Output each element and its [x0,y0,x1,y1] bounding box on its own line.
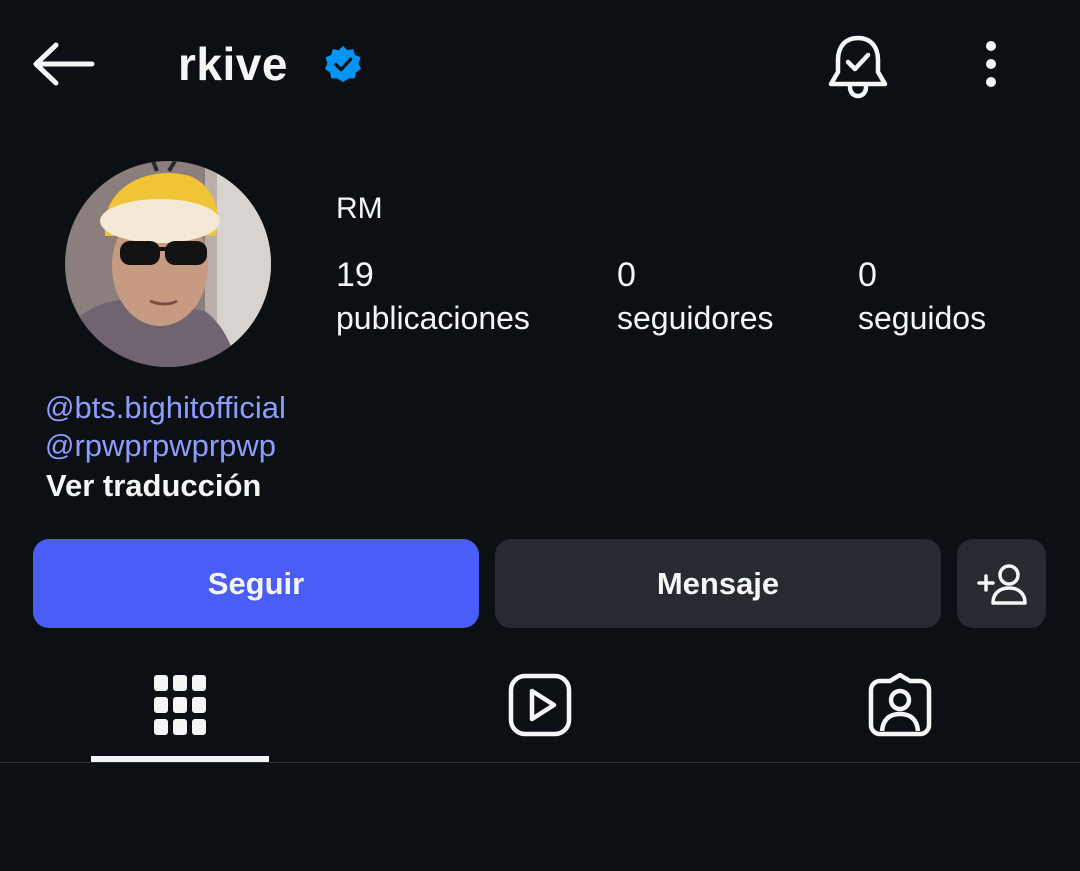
tab-posts-grid[interactable] [90,655,270,755]
reels-icon [508,673,572,737]
posts-count: 19 [336,256,374,294]
following-label: seguidos [858,300,987,336]
tab-tagged[interactable] [810,655,990,755]
suggested-users-button[interactable] [957,539,1046,628]
tagged-user-icon [868,673,932,737]
message-button[interactable]: Mensaje [495,539,941,628]
posts-label: publicaciones [336,300,530,336]
verified-badge-icon [324,45,362,83]
tab-reels[interactable] [450,655,630,755]
bio-link-threads-1[interactable]: @ bts.bighitofficial [45,388,286,428]
back-button[interactable] [30,36,102,92]
threads-icon: @ [45,392,75,424]
grid-icon [154,675,206,735]
followers-label: seguidores [617,300,774,336]
add-user-icon [976,563,1027,605]
top-bar: rkive [0,0,1080,130]
bio-link-text: rpwprpwprpwp [74,428,277,463]
bio-link-threads-2[interactable]: @ rpwprpwprpwp [45,426,276,466]
more-vertical-icon [986,41,996,87]
follow-button[interactable]: Seguir [33,539,479,628]
more-options-button[interactable] [966,36,1016,96]
profile-avatar[interactable] [65,161,271,367]
threads-icon: @ [45,430,75,462]
tabs-divider [0,762,1080,763]
following-count: 0 [858,256,877,294]
followers-count: 0 [617,256,636,294]
profile-username: rkive [178,38,288,90]
notifications-button[interactable] [826,30,890,100]
arrow-left-icon [33,42,95,86]
posts-stat[interactable]: 19 publicaciones [336,255,530,341]
profile-display-name: RM [336,192,383,225]
see-translation-link[interactable]: Ver traducción [46,466,261,506]
followers-stat[interactable]: 0 seguidores [617,255,774,341]
bio-link-text: bts.bighitofficial [74,390,286,425]
following-stat[interactable]: 0 seguidos [858,255,986,341]
profile-page: rkive RM 19 publicaciones 0 seguidores 0… [0,0,1080,871]
bell-check-icon [828,32,888,99]
